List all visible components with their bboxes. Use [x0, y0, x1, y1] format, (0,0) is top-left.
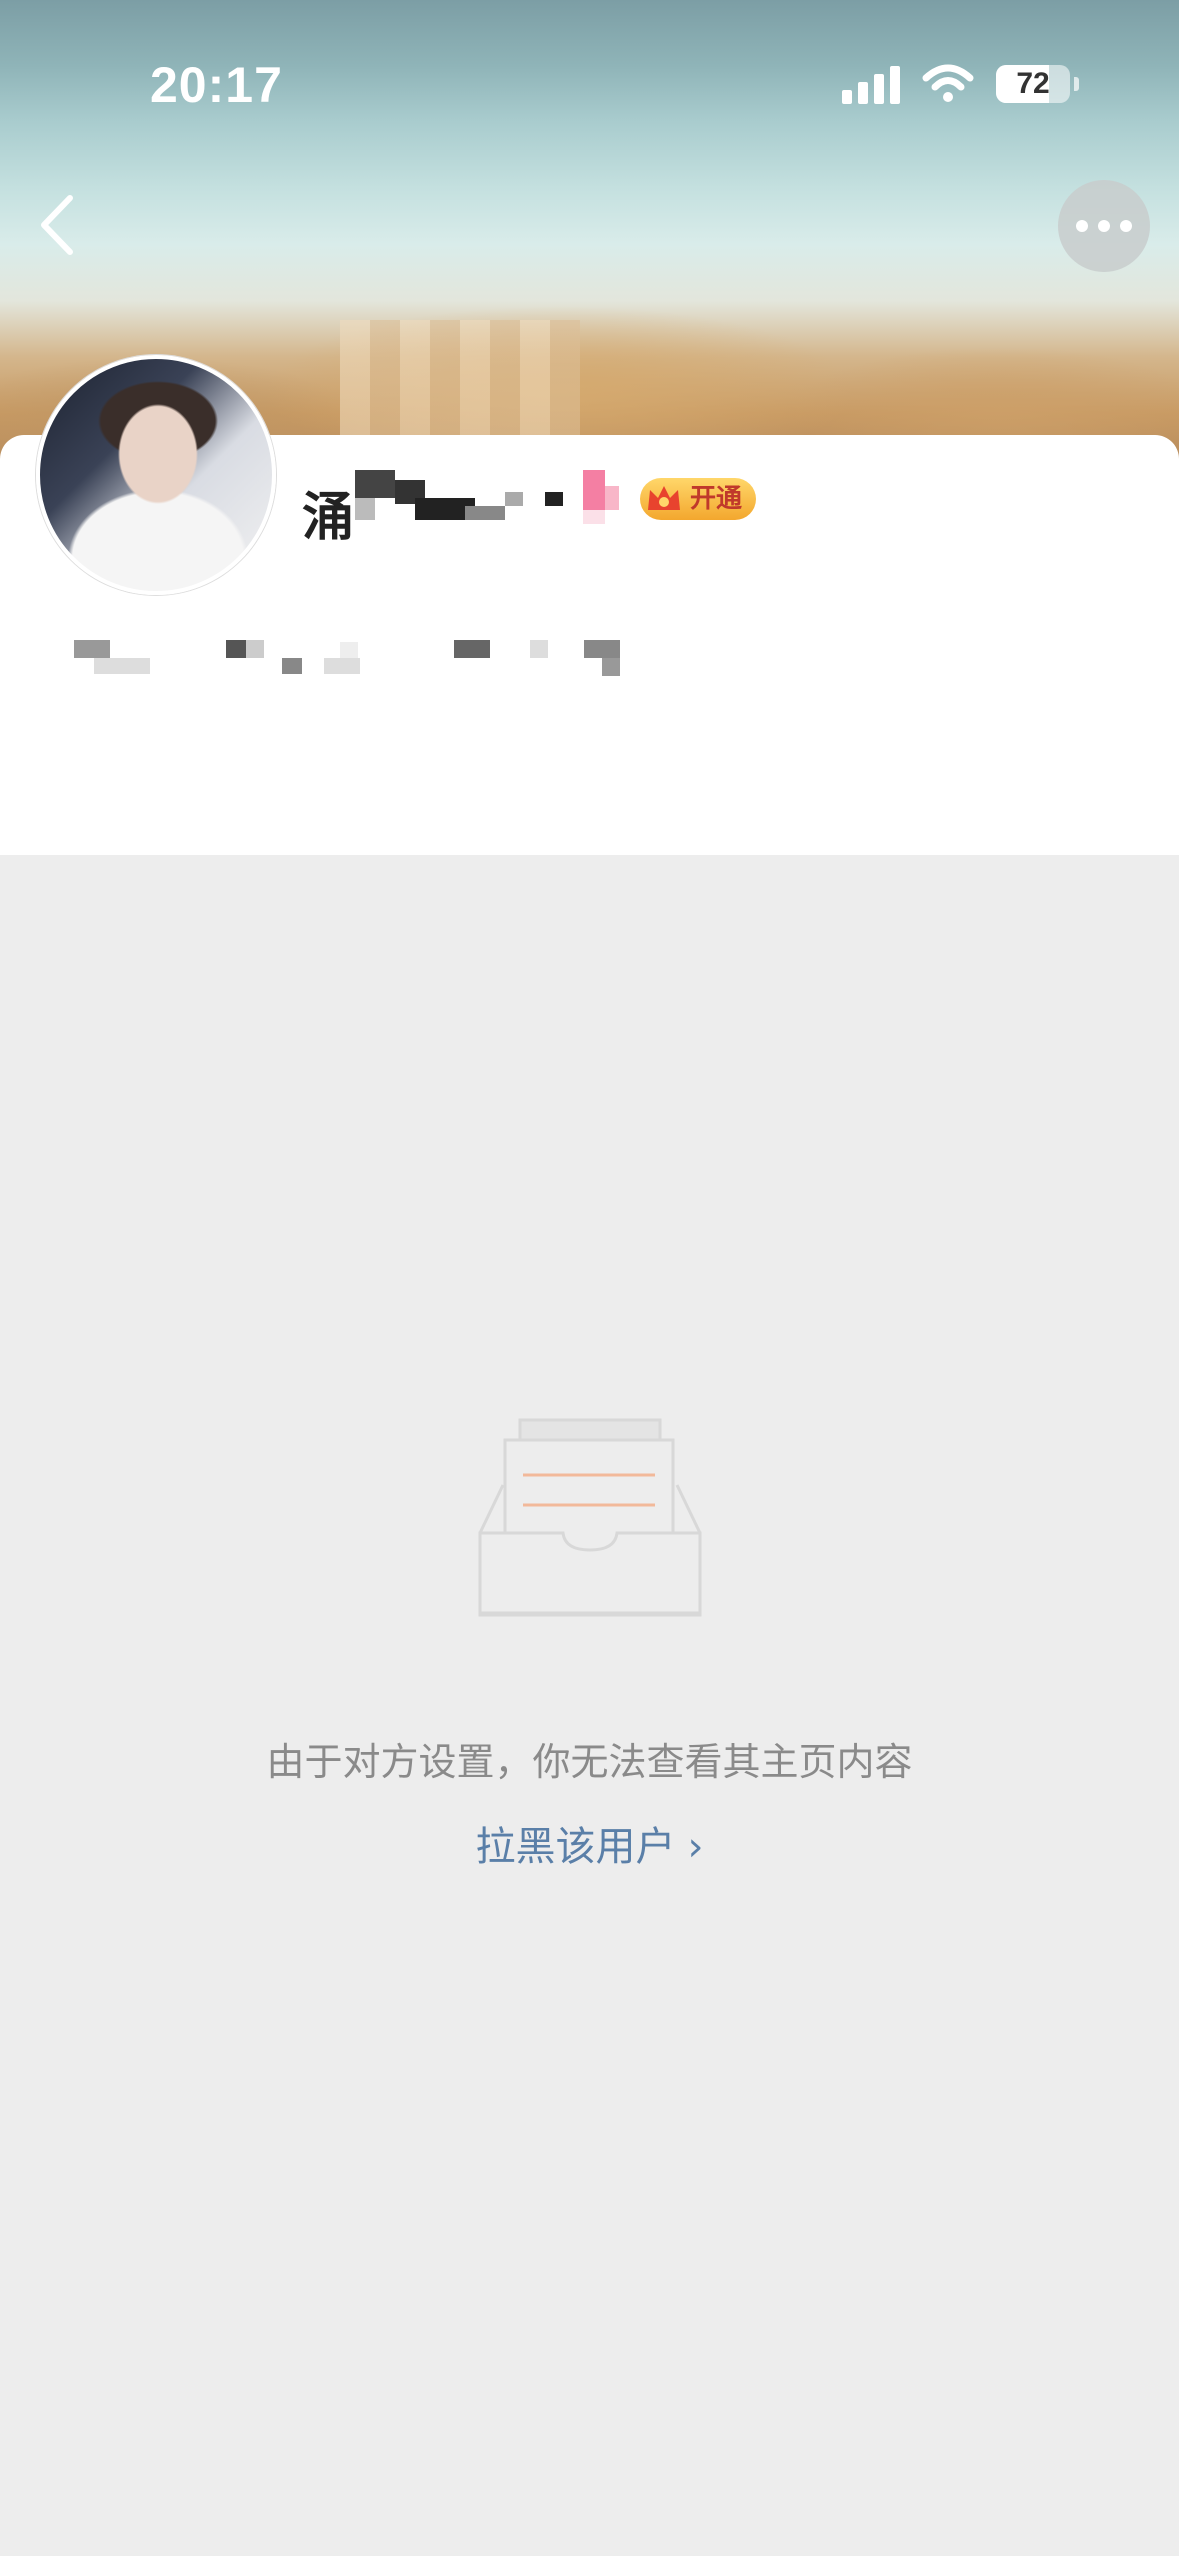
- cellular-signal-icon: [842, 64, 900, 104]
- empty-state-message: 由于对方设置，你无法查看其主页内容: [266, 1740, 913, 1784]
- wifi-icon: [922, 64, 974, 102]
- username-mosaic: [355, 470, 565, 530]
- username: 涌: [302, 488, 355, 548]
- profile-info-mosaic: [74, 640, 634, 680]
- crown-icon: [648, 486, 680, 510]
- block-user-link[interactable]: 拉黑该用户 ›: [0, 1814, 1179, 1872]
- chevron-right-icon: ›: [687, 1824, 704, 1870]
- gender-tag-icon: [583, 470, 619, 524]
- block-user-label: 拉黑该用户: [475, 1824, 676, 1870]
- vip-badge-label: 开通: [690, 484, 743, 514]
- empty-inbox-icon: [478, 1418, 702, 1617]
- avatar[interactable]: [36, 355, 276, 595]
- status-icons: 72: [842, 64, 1079, 104]
- chevron-left-icon: [41, 195, 73, 255]
- status-time: 20:17: [150, 57, 283, 113]
- vip-open-badge[interactable]: 开通: [640, 478, 757, 520]
- more-dots-icon: [1076, 220, 1088, 232]
- battery-level: 72: [1016, 67, 1050, 100]
- battery-icon: 72: [996, 65, 1070, 103]
- cover-mosaic: [340, 320, 580, 440]
- back-button[interactable]: [30, 190, 90, 260]
- more-button[interactable]: [1058, 180, 1150, 272]
